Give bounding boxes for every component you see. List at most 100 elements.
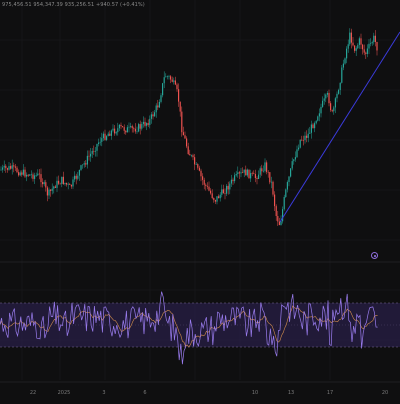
candle-body	[3, 165, 5, 168]
candle-body	[98, 142, 100, 145]
candle-body	[195, 164, 197, 165]
candle-body	[238, 172, 240, 174]
candle-body	[374, 35, 376, 42]
candle-body	[267, 171, 269, 173]
candle-body	[235, 174, 237, 176]
candle-body	[240, 172, 242, 174]
candle-body	[346, 48, 348, 59]
candle-body	[192, 155, 194, 158]
candle-body	[304, 135, 306, 141]
candle-body	[118, 124, 120, 129]
candle-body	[70, 184, 72, 187]
candle-body	[130, 126, 132, 127]
candle-body	[370, 43, 372, 44]
candle-body	[51, 188, 53, 191]
candle-body	[69, 184, 71, 185]
candle-body	[93, 151, 95, 152]
x-tick-label: 17	[327, 390, 333, 396]
candle-body	[278, 221, 280, 225]
candle-body	[349, 32, 351, 45]
candle-body	[253, 173, 255, 175]
candle-body	[342, 63, 344, 68]
candle-body	[173, 80, 175, 82]
chart-canvas[interactable]: 22 2025 3 6 10 13 17 20	[0, 0, 400, 400]
candle-body	[326, 92, 328, 95]
candle-body	[232, 179, 234, 182]
x-tick-label: 22	[30, 390, 36, 396]
candle-body	[61, 176, 63, 184]
candle-body	[126, 127, 128, 133]
candle-body	[184, 135, 186, 139]
candle-body	[187, 146, 189, 155]
candle-body	[43, 182, 45, 185]
x-tick-label: 2025	[58, 390, 71, 396]
candle-body	[6, 168, 8, 170]
candle-body	[272, 181, 274, 195]
candle-body	[53, 186, 55, 189]
candle-body	[190, 155, 192, 156]
candle-body	[179, 101, 181, 112]
candle-body	[211, 193, 213, 199]
candle-body	[221, 189, 223, 195]
candle-body	[83, 163, 85, 165]
candle-body	[176, 84, 178, 90]
candle-body	[88, 155, 90, 157]
candle-body	[262, 170, 264, 172]
candle-body	[368, 43, 370, 49]
candle-body	[10, 166, 12, 169]
candle-body	[186, 138, 188, 147]
candle-body	[38, 173, 40, 175]
candle-body	[106, 136, 108, 140]
candle-body	[243, 169, 245, 173]
candle-body	[218, 196, 220, 199]
candle-body	[115, 132, 117, 134]
candle-body	[114, 128, 116, 134]
candle-body	[362, 44, 364, 50]
candle-body	[275, 206, 277, 216]
candle-body	[291, 161, 293, 169]
candle-body	[350, 32, 352, 43]
x-tick-label: 3	[102, 390, 105, 396]
candle-body	[250, 173, 252, 179]
candle-body	[78, 169, 80, 176]
candle-body	[286, 182, 288, 190]
candle-body	[376, 41, 378, 51]
candle-body	[42, 182, 44, 185]
candle-body	[307, 133, 309, 138]
candle-body	[141, 123, 143, 129]
candle-body	[131, 126, 133, 129]
candle-body	[22, 169, 24, 175]
candle-body	[125, 130, 127, 133]
candle-body	[120, 124, 122, 127]
candle-body	[75, 175, 77, 179]
candle-body	[13, 165, 15, 167]
candle-body	[0, 169, 2, 171]
alert-badge-icon[interactable]	[371, 252, 378, 259]
trading-chart[interactable]: 22 2025 3 6 10 13 17 20 975,456.51 954,347.39 9…	[0, 0, 400, 400]
candle-body	[90, 153, 92, 157]
candle-body	[312, 124, 314, 129]
candle-body	[309, 132, 311, 134]
candle-body	[234, 175, 236, 182]
candle-body	[254, 174, 256, 178]
candle-body	[269, 172, 271, 183]
candle-body	[366, 48, 368, 54]
candle-body	[181, 111, 183, 133]
candle-body	[219, 194, 221, 199]
candle-body	[149, 118, 151, 125]
candle-body	[371, 42, 373, 44]
candle-body	[354, 45, 356, 51]
candle-body	[136, 131, 138, 133]
candle-body	[134, 128, 136, 132]
candle-body	[222, 189, 224, 194]
candle-body	[34, 175, 36, 179]
candle-body	[19, 172, 21, 176]
candle-body	[144, 121, 146, 126]
candle-body	[242, 172, 244, 173]
candle-body	[30, 174, 32, 176]
candle-body	[46, 187, 48, 196]
candle-body	[82, 164, 84, 166]
candle-body	[96, 144, 98, 151]
candle-body	[133, 128, 135, 129]
candle-body	[27, 174, 29, 176]
